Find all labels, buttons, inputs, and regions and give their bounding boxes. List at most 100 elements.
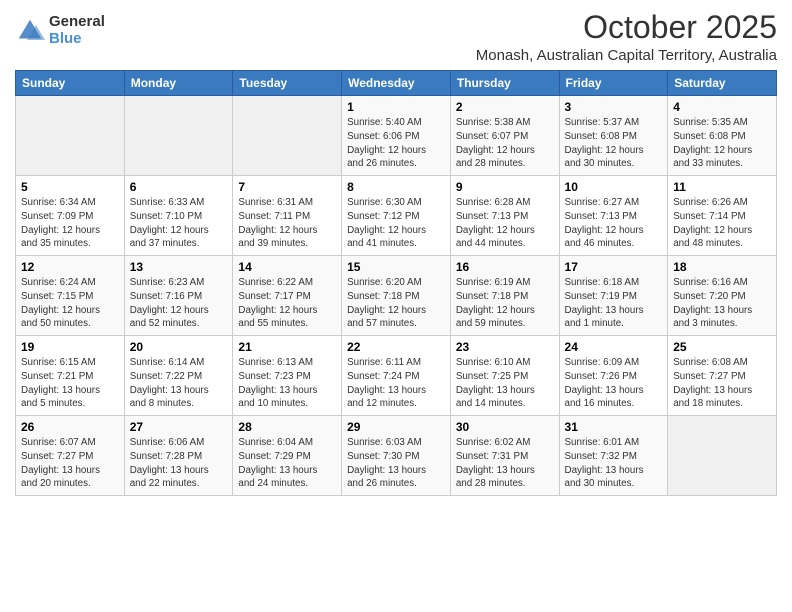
day-info: Sunrise: 6:27 AMSunset: 7:13 PMDaylight:… xyxy=(565,196,663,251)
day-info: Sunrise: 5:37 AMSunset: 6:08 PMDaylight:… xyxy=(565,116,663,171)
table-row: 31 Sunrise: 6:01 AMSunset: 7:32 PMDayligh… xyxy=(559,416,668,496)
day-number: 8 xyxy=(347,180,445,194)
day-info: Sunrise: 6:08 AMSunset: 7:27 PMDaylight:… xyxy=(673,356,771,411)
day-info: Sunrise: 5:40 AMSunset: 6:06 PMDaylight:… xyxy=(347,116,445,171)
day-number: 29 xyxy=(347,420,445,434)
day-number: 16 xyxy=(456,260,554,274)
table-row xyxy=(124,96,233,176)
day-info: Sunrise: 6:04 AMSunset: 7:29 PMDaylight:… xyxy=(238,436,336,491)
table-row: 9 Sunrise: 6:28 AMSunset: 7:13 PMDaylight… xyxy=(450,176,559,256)
table-row xyxy=(233,96,342,176)
day-number: 6 xyxy=(130,180,228,194)
day-info: Sunrise: 6:26 AMSunset: 7:14 PMDaylight:… xyxy=(673,196,771,251)
table-row: 28 Sunrise: 6:04 AMSunset: 7:29 PMDayligh… xyxy=(233,416,342,496)
day-number: 2 xyxy=(456,100,554,114)
day-info: Sunrise: 5:38 AMSunset: 6:07 PMDaylight:… xyxy=(456,116,554,171)
day-number: 4 xyxy=(673,100,771,114)
table-row: 21Sunrise: 6:13 AMSunset: 7:23 PMDayligh… xyxy=(233,336,342,416)
day-info: Sunrise: 6:24 AMSunset: 7:15 PMDaylight:… xyxy=(21,276,119,331)
day-number: 9 xyxy=(456,180,554,194)
logo-blue-label: Blue xyxy=(49,31,105,48)
page: General Blue October 2025 Monash, Austra… xyxy=(0,0,792,612)
table-row: 3 Sunrise: 5:37 AMSunset: 6:08 PMDaylight… xyxy=(559,96,668,176)
calendar-week-row: 1Sunrise: 5:40 AMSunset: 6:06 PMDaylight… xyxy=(16,96,777,176)
logo-text: General Blue xyxy=(49,14,105,47)
day-number: 27 xyxy=(130,420,228,434)
day-info: Sunrise: 6:34 AMSunset: 7:09 PMDaylight:… xyxy=(21,196,119,251)
table-row: 13 Sunrise: 6:23 AMSunset: 7:16 PMDayligh… xyxy=(124,256,233,336)
day-info: Sunrise: 6:14 AMSunset: 7:22 PMDaylight:… xyxy=(130,356,228,411)
day-number: 25 xyxy=(673,340,771,354)
day-info: Sunrise: 6:10 AMSunset: 7:25 PMDaylight:… xyxy=(456,356,554,411)
day-info: Sunrise: 6:01 AMSunset: 7:32 PMDaylight:… xyxy=(565,436,663,491)
table-row: 2 Sunrise: 5:38 AMSunset: 6:07 PMDaylight… xyxy=(450,96,559,176)
table-row: 18 Sunrise: 6:16 AMSunset: 7:20 PMDayligh… xyxy=(668,256,777,336)
table-row: 12 Sunrise: 6:24 AMSunset: 7:15 PMDayligh… xyxy=(16,256,125,336)
table-row: 6 Sunrise: 6:33 AMSunset: 7:10 PMDaylight… xyxy=(124,176,233,256)
day-info: Sunrise: 6:15 AMSunset: 7:21 PMDaylight:… xyxy=(21,356,119,411)
day-info: Sunrise: 6:16 AMSunset: 7:20 PMDaylight:… xyxy=(673,276,771,331)
day-info: Sunrise: 6:11 AMSunset: 7:24 PMDaylight:… xyxy=(347,356,445,411)
day-number: 13 xyxy=(130,260,228,274)
calendar-table: Sunday Monday Tuesday Wednesday Thursday… xyxy=(15,70,777,496)
table-row: 7Sunrise: 6:31 AMSunset: 7:11 PMDaylight… xyxy=(233,176,342,256)
day-number: 12 xyxy=(21,260,119,274)
day-number: 3 xyxy=(565,100,663,114)
day-number: 23 xyxy=(456,340,554,354)
table-row: 8 Sunrise: 6:30 AMSunset: 7:12 PMDaylight… xyxy=(342,176,451,256)
day-info: Sunrise: 6:03 AMSunset: 7:30 PMDaylight:… xyxy=(347,436,445,491)
day-number: 19 xyxy=(21,340,119,354)
table-row: 23 Sunrise: 6:10 AMSunset: 7:25 PMDayligh… xyxy=(450,336,559,416)
col-monday: Monday xyxy=(124,71,233,96)
table-row: 5 Sunrise: 6:34 AMSunset: 7:09 PMDaylight… xyxy=(16,176,125,256)
table-row: 10Sunrise: 6:27 AMSunset: 7:13 PMDayligh… xyxy=(559,176,668,256)
col-wednesday: Wednesday xyxy=(342,71,451,96)
calendar-week-row: 12 Sunrise: 6:24 AMSunset: 7:15 PMDayligh… xyxy=(16,256,777,336)
table-row: 4Sunrise: 5:35 AMSunset: 6:08 PMDaylight… xyxy=(668,96,777,176)
day-number: 21 xyxy=(238,340,336,354)
table-row: 19 Sunrise: 6:15 AMSunset: 7:21 PMDayligh… xyxy=(16,336,125,416)
calendar-header-row: Sunday Monday Tuesday Wednesday Thursday… xyxy=(16,71,777,96)
day-number: 28 xyxy=(238,420,336,434)
day-info: Sunrise: 6:23 AMSunset: 7:16 PMDaylight:… xyxy=(130,276,228,331)
table-row: 26Sunrise: 6:07 AMSunset: 7:27 PMDayligh… xyxy=(16,416,125,496)
day-info: Sunrise: 6:20 AMSunset: 7:18 PMDaylight:… xyxy=(347,276,445,331)
sub-title: Monash, Australian Capital Territory, Au… xyxy=(476,47,777,64)
col-saturday: Saturday xyxy=(668,71,777,96)
table-row: 24Sunrise: 6:09 AMSunset: 7:26 PMDayligh… xyxy=(559,336,668,416)
day-number: 26 xyxy=(21,420,119,434)
day-number: 5 xyxy=(21,180,119,194)
table-row: 15 Sunrise: 6:20 AMSunset: 7:18 PMDayligh… xyxy=(342,256,451,336)
day-info: Sunrise: 6:22 AMSunset: 7:17 PMDaylight:… xyxy=(238,276,336,331)
table-row: 11Sunrise: 6:26 AMSunset: 7:14 PMDayligh… xyxy=(668,176,777,256)
day-number: 15 xyxy=(347,260,445,274)
day-number: 31 xyxy=(565,420,663,434)
calendar-week-row: 26Sunrise: 6:07 AMSunset: 7:27 PMDayligh… xyxy=(16,416,777,496)
table-row: 25 Sunrise: 6:08 AMSunset: 7:27 PMDayligh… xyxy=(668,336,777,416)
day-info: Sunrise: 6:19 AMSunset: 7:18 PMDaylight:… xyxy=(456,276,554,331)
day-info: Sunrise: 6:06 AMSunset: 7:28 PMDaylight:… xyxy=(130,436,228,491)
calendar-week-row: 19 Sunrise: 6:15 AMSunset: 7:21 PMDayligh… xyxy=(16,336,777,416)
day-info: Sunrise: 6:30 AMSunset: 7:12 PMDaylight:… xyxy=(347,196,445,251)
logo-general-label: General xyxy=(49,14,105,31)
col-sunday: Sunday xyxy=(16,71,125,96)
day-number: 24 xyxy=(565,340,663,354)
table-row: 1Sunrise: 5:40 AMSunset: 6:06 PMDaylight… xyxy=(342,96,451,176)
table-row: 17Sunrise: 6:18 AMSunset: 7:19 PMDayligh… xyxy=(559,256,668,336)
table-row: 14Sunrise: 6:22 AMSunset: 7:17 PMDayligh… xyxy=(233,256,342,336)
calendar-week-row: 5 Sunrise: 6:34 AMSunset: 7:09 PMDaylight… xyxy=(16,176,777,256)
col-thursday: Thursday xyxy=(450,71,559,96)
table-row: 27 Sunrise: 6:06 AMSunset: 7:28 PMDayligh… xyxy=(124,416,233,496)
day-info: Sunrise: 6:28 AMSunset: 7:13 PMDaylight:… xyxy=(456,196,554,251)
day-number: 20 xyxy=(130,340,228,354)
table-row xyxy=(16,96,125,176)
day-info: Sunrise: 6:33 AMSunset: 7:10 PMDaylight:… xyxy=(130,196,228,251)
table-row: 16 Sunrise: 6:19 AMSunset: 7:18 PMDayligh… xyxy=(450,256,559,336)
col-friday: Friday xyxy=(559,71,668,96)
logo: General Blue xyxy=(15,14,105,47)
main-title: October 2025 xyxy=(476,10,777,45)
day-info: Sunrise: 6:31 AMSunset: 7:11 PMDaylight:… xyxy=(238,196,336,251)
table-row: 22 Sunrise: 6:11 AMSunset: 7:24 PMDayligh… xyxy=(342,336,451,416)
day-number: 22 xyxy=(347,340,445,354)
day-number: 18 xyxy=(673,260,771,274)
